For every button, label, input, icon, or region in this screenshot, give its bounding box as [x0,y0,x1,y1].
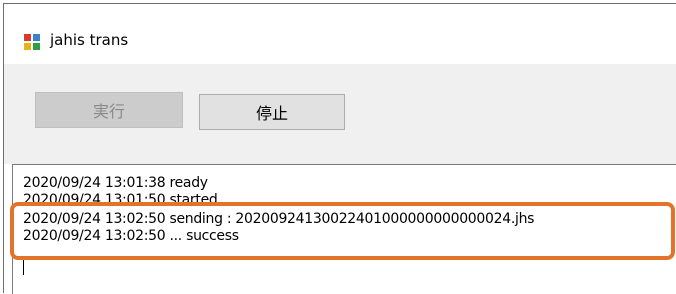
app-icon [24,34,40,50]
highlight-annotation [10,202,675,260]
title-bar: jahis trans [4,4,676,64]
run-button[interactable]: 実行 [35,92,183,128]
window-title: jahis trans [50,31,129,49]
log-line: 2020/09/24 13:01:38 ready [23,175,208,191]
stop-button[interactable]: 停止 [199,94,345,130]
toolbar-panel: 実行 停止 [4,64,676,164]
text-caret [23,259,24,275]
